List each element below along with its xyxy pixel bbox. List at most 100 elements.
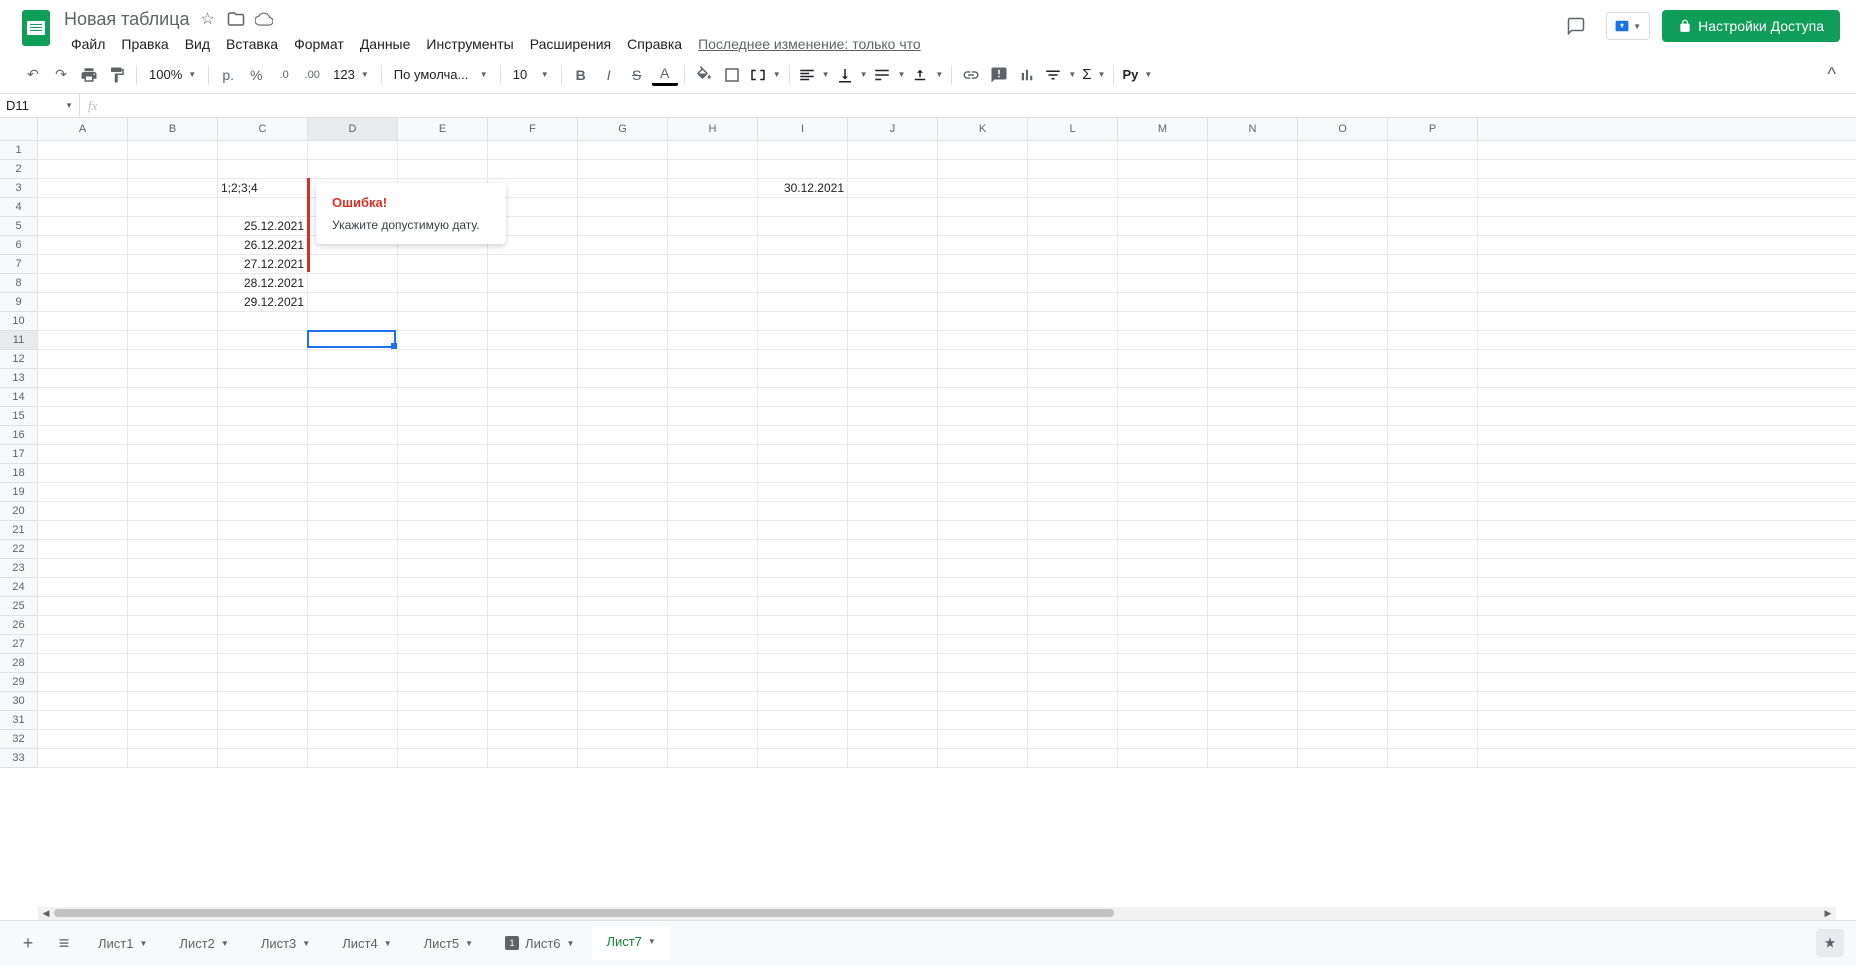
cell-G13[interactable] <box>578 369 668 387</box>
cell-N3[interactable] <box>1208 179 1298 197</box>
row-header-16[interactable]: 16 <box>0 426 38 445</box>
cell-M6[interactable] <box>1118 236 1208 254</box>
cell-M25[interactable] <box>1118 597 1208 615</box>
cell-A32[interactable] <box>38 730 128 748</box>
cell-D8[interactable] <box>308 274 398 292</box>
cell-E31[interactable] <box>398 711 488 729</box>
cell-D21[interactable] <box>308 521 398 539</box>
cell-K12[interactable] <box>938 350 1028 368</box>
cell-E26[interactable] <box>398 616 488 634</box>
text-wrap-dropdown[interactable]: ▼ <box>871 62 907 88</box>
cell-K22[interactable] <box>938 540 1028 558</box>
cell-H4[interactable] <box>668 198 758 216</box>
cell-C21[interactable] <box>218 521 308 539</box>
cell-P30[interactable] <box>1388 692 1478 710</box>
cell-D20[interactable] <box>308 502 398 520</box>
cell-K10[interactable] <box>938 312 1028 330</box>
cell-H18[interactable] <box>668 464 758 482</box>
cell-N28[interactable] <box>1208 654 1298 672</box>
cell-K33[interactable] <box>938 749 1028 767</box>
row-header-2[interactable]: 2 <box>0 160 38 179</box>
cell-K7[interactable] <box>938 255 1028 273</box>
cell-E16[interactable] <box>398 426 488 444</box>
cell-I29[interactable] <box>758 673 848 691</box>
row-header-31[interactable]: 31 <box>0 711 38 730</box>
cell-E21[interactable] <box>398 521 488 539</box>
cell-P18[interactable] <box>1388 464 1478 482</box>
cell-A30[interactable] <box>38 692 128 710</box>
cell-F22[interactable] <box>488 540 578 558</box>
cell-H25[interactable] <box>668 597 758 615</box>
cell-N22[interactable] <box>1208 540 1298 558</box>
undo-button[interactable]: ↶ <box>20 62 46 88</box>
cell-B16[interactable] <box>128 426 218 444</box>
cell-O22[interactable] <box>1298 540 1388 558</box>
cell-M22[interactable] <box>1118 540 1208 558</box>
cell-P4[interactable] <box>1388 198 1478 216</box>
cell-L8[interactable] <box>1028 274 1118 292</box>
cell-N29[interactable] <box>1208 673 1298 691</box>
cell-L20[interactable] <box>1028 502 1118 520</box>
cell-H22[interactable] <box>668 540 758 558</box>
cell-K28[interactable] <box>938 654 1028 672</box>
sheet-tab-Лист3[interactable]: Лист3▼ <box>247 926 324 960</box>
cell-K25[interactable] <box>938 597 1028 615</box>
cell-L6[interactable] <box>1028 236 1118 254</box>
font-size-dropdown[interactable]: 10▼ <box>507 62 555 88</box>
cell-L18[interactable] <box>1028 464 1118 482</box>
cell-F17[interactable] <box>488 445 578 463</box>
cell-M26[interactable] <box>1118 616 1208 634</box>
cell-K24[interactable] <box>938 578 1028 596</box>
cell-M8[interactable] <box>1118 274 1208 292</box>
cell-K4[interactable] <box>938 198 1028 216</box>
star-icon[interactable]: ☆ <box>198 9 218 29</box>
cell-E19[interactable] <box>398 483 488 501</box>
paint-format-button[interactable] <box>104 62 130 88</box>
cell-I26[interactable] <box>758 616 848 634</box>
chevron-down-icon[interactable]: ▼ <box>302 939 310 948</box>
cell-H11[interactable] <box>668 331 758 349</box>
cell-L2[interactable] <box>1028 160 1118 178</box>
cell-B29[interactable] <box>128 673 218 691</box>
text-color-button[interactable]: A <box>652 64 678 86</box>
cell-K1[interactable] <box>938 141 1028 159</box>
cell-I11[interactable] <box>758 331 848 349</box>
cell-A9[interactable] <box>38 293 128 311</box>
cell-I33[interactable] <box>758 749 848 767</box>
column-header-D[interactable]: D <box>308 118 398 140</box>
cell-G17[interactable] <box>578 445 668 463</box>
cell-I17[interactable] <box>758 445 848 463</box>
cell-J4[interactable] <box>848 198 938 216</box>
cell-P10[interactable] <box>1388 312 1478 330</box>
font-dropdown[interactable]: По умолча...▼ <box>388 62 494 88</box>
cell-B24[interactable] <box>128 578 218 596</box>
cell-I22[interactable] <box>758 540 848 558</box>
cell-G31[interactable] <box>578 711 668 729</box>
bold-button[interactable]: B <box>568 62 594 88</box>
cell-P12[interactable] <box>1388 350 1478 368</box>
cell-H24[interactable] <box>668 578 758 596</box>
cell-P21[interactable] <box>1388 521 1478 539</box>
cell-J10[interactable] <box>848 312 938 330</box>
row-header-7[interactable]: 7 <box>0 255 38 274</box>
scroll-left-arrow[interactable]: ◀ <box>38 907 54 920</box>
cell-E2[interactable] <box>398 160 488 178</box>
cell-A14[interactable] <box>38 388 128 406</box>
menu-insert[interactable]: Вставка <box>219 32 285 56</box>
cell-L32[interactable] <box>1028 730 1118 748</box>
cell-G2[interactable] <box>578 160 668 178</box>
horizontal-scrollbar[interactable]: ◀ ▶ <box>38 907 1836 920</box>
cell-F27[interactable] <box>488 635 578 653</box>
row-header-8[interactable]: 8 <box>0 274 38 293</box>
cell-B20[interactable] <box>128 502 218 520</box>
cell-J14[interactable] <box>848 388 938 406</box>
row-header-6[interactable]: 6 <box>0 236 38 255</box>
cell-N2[interactable] <box>1208 160 1298 178</box>
cell-J9[interactable] <box>848 293 938 311</box>
cell-A12[interactable] <box>38 350 128 368</box>
cell-M15[interactable] <box>1118 407 1208 425</box>
cell-P33[interactable] <box>1388 749 1478 767</box>
cell-K32[interactable] <box>938 730 1028 748</box>
cell-O25[interactable] <box>1298 597 1388 615</box>
cell-D22[interactable] <box>308 540 398 558</box>
